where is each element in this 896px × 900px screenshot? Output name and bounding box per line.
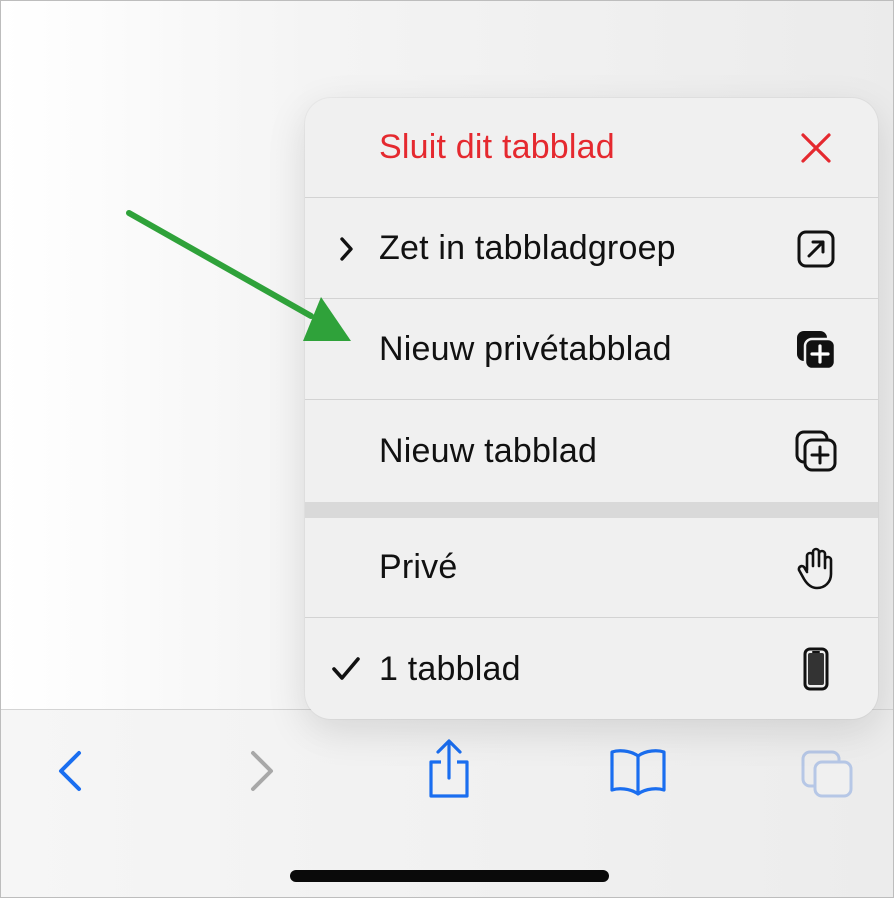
bookmarks-button[interactable]: [605, 740, 671, 802]
new-private-tab-icon: [794, 328, 838, 372]
menu-item-label: Nieuw tabblad: [379, 431, 598, 470]
close-x-icon: [794, 126, 838, 170]
tab-context-menu: Sluit dit tabblad Zet in tabbladgroep Ni…: [305, 98, 878, 719]
menu-item-label: Sluit dit tabblad: [379, 128, 615, 166]
menu-item-move-to-tab-group[interactable]: Zet in tabbladgroep: [305, 199, 878, 299]
share-button[interactable]: [419, 734, 479, 804]
checkmark-icon: [331, 654, 361, 684]
hand-icon: [794, 546, 838, 590]
iphone-icon: [794, 647, 838, 691]
menu-item-new-private-tab[interactable]: Nieuw privétabblad: [305, 300, 878, 400]
move-to-group-icon: [794, 227, 838, 271]
new-tab-icon: [794, 429, 838, 473]
home-indicator: [290, 870, 609, 882]
menu-group-separator: [305, 502, 878, 518]
tabs-icon: [801, 750, 853, 798]
menu-item-label: 1 tabblad: [379, 649, 521, 688]
menu-item-label: Nieuw privétabblad: [379, 330, 672, 368]
screen-frame: Sluit dit tabblad Zet in tabbladgroep Ni…: [0, 0, 894, 898]
forward-button[interactable]: [237, 740, 287, 802]
menu-item-label: Privé: [379, 548, 458, 586]
share-icon: [429, 739, 469, 798]
menu-item-private[interactable]: Privé: [305, 518, 878, 618]
menu-item-close-tab[interactable]: Sluit dit tabblad: [305, 98, 878, 198]
annotation-arrow-icon: [126, 210, 351, 341]
menu-item-new-tab[interactable]: Nieuw tabblad: [305, 401, 878, 501]
back-icon: [59, 751, 81, 791]
tabs-button[interactable]: [797, 744, 857, 804]
menu-item-label: Zet in tabbladgroep: [379, 229, 676, 267]
menu-item-tab-count[interactable]: 1 tabblad: [305, 619, 878, 719]
bookmarks-icon: [610, 749, 666, 796]
back-button[interactable]: [45, 740, 95, 802]
forward-icon: [251, 751, 273, 791]
